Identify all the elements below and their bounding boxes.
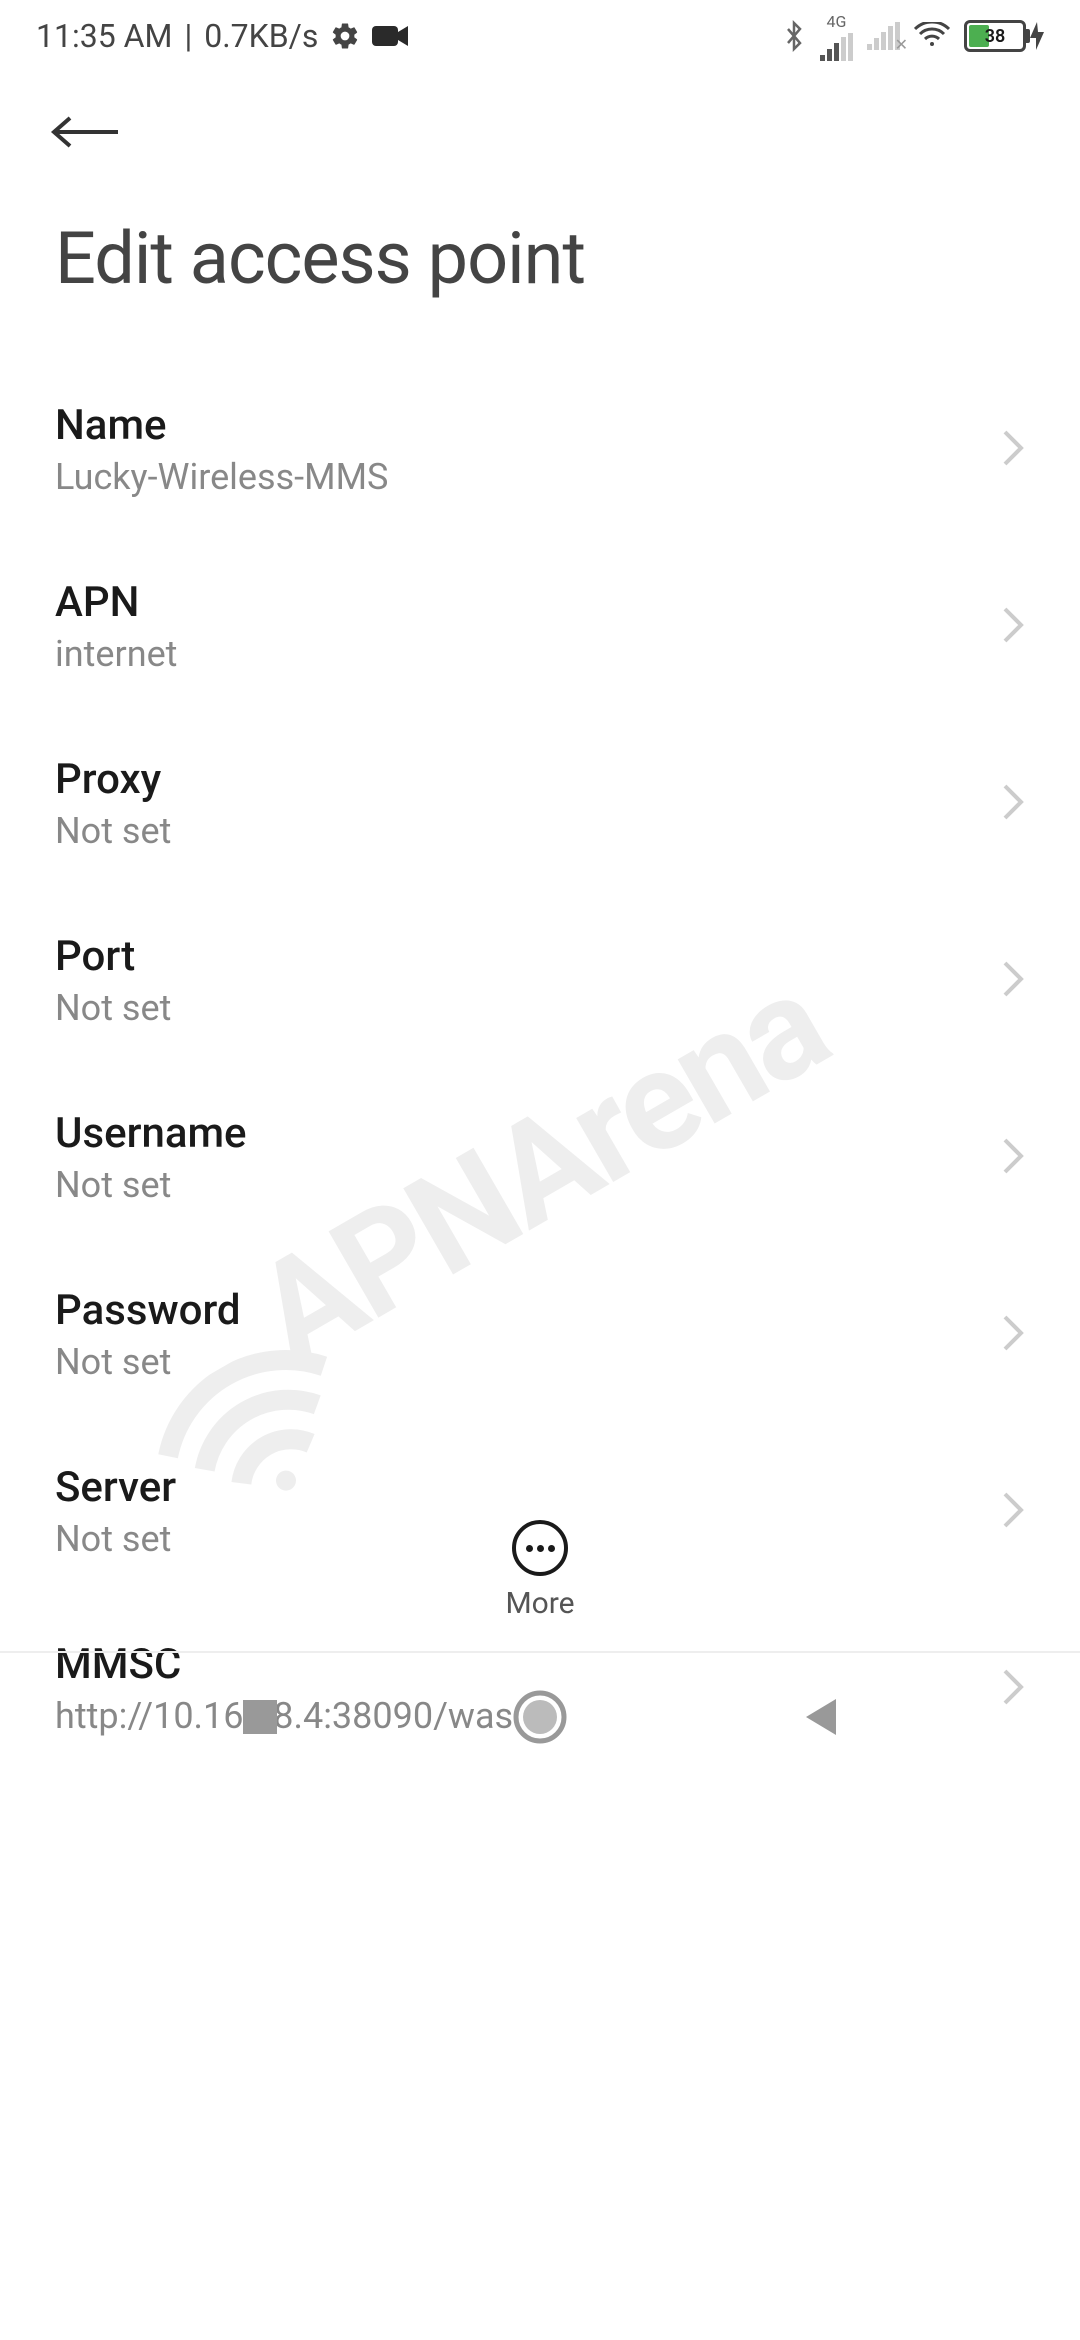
signal-bars-1 [820,33,853,61]
status-right: 4G ✕ [782,12,1044,61]
chevron-right-icon [1001,959,1025,1003]
setting-label: Username [55,1109,247,1158]
setting-item-username[interactable]: Username Not set [0,1069,1080,1246]
navigation-bar [0,1651,1080,1781]
gear-icon [330,21,360,51]
status-time: 11:35 AM [36,17,172,55]
setting-value: Not set [55,810,171,852]
more-label: More [505,1586,574,1621]
battery-group: 38 [964,20,1044,52]
chevron-right-icon [1001,782,1025,826]
nav-recents-button[interactable] [232,1689,288,1745]
setting-value: Not set [55,1164,247,1206]
status-data-rate: 0.7KB/s [204,17,318,55]
setting-value: Lucky-Wireless-MMS [55,456,388,498]
setting-value: Not set [55,1341,241,1383]
setting-value: internet [55,633,177,675]
setting-item-proxy[interactable]: Proxy Not set [0,715,1080,892]
setting-label: Proxy [55,755,171,804]
setting-value: Not set [55,987,171,1029]
wifi-icon [914,22,950,50]
bluetooth-icon [782,19,806,53]
chevron-right-icon [1001,428,1025,472]
chevron-right-icon [1001,1313,1025,1357]
battery-level: 38 [985,26,1006,47]
setting-label: APN [55,578,177,627]
chevron-right-icon [1001,1136,1025,1180]
nav-back-button[interactable] [792,1689,848,1745]
setting-item-apn[interactable]: APN internet [0,538,1080,715]
nav-home-button[interactable] [512,1689,568,1745]
battery-icon: 38 [964,20,1026,52]
signal-bars-2: ✕ [867,22,900,50]
page-title: Edit access point [0,186,1080,361]
bottom-menu: More [0,1500,1080,1641]
video-camera-icon [372,24,408,48]
setting-item-port[interactable]: Port Not set [0,892,1080,1069]
signal-1-group: 4G [820,12,853,61]
setting-label: Name [55,401,388,450]
status-left: 11:35 AM | 0.7KB/s [36,17,408,55]
setting-label: Port [55,932,171,981]
status-bar: 11:35 AM | 0.7KB/s 4G [0,0,1080,72]
back-button[interactable] [0,72,1080,186]
setting-item-name[interactable]: Name Lucky-Wireless-MMS [0,361,1080,538]
setting-item-password[interactable]: Password Not set [0,1246,1080,1423]
status-separator: | [184,17,192,55]
more-button[interactable] [512,1520,568,1576]
charging-icon [1030,22,1044,50]
network-type-label: 4G [827,12,847,31]
setting-label: Password [55,1286,241,1335]
chevron-right-icon [1001,605,1025,649]
